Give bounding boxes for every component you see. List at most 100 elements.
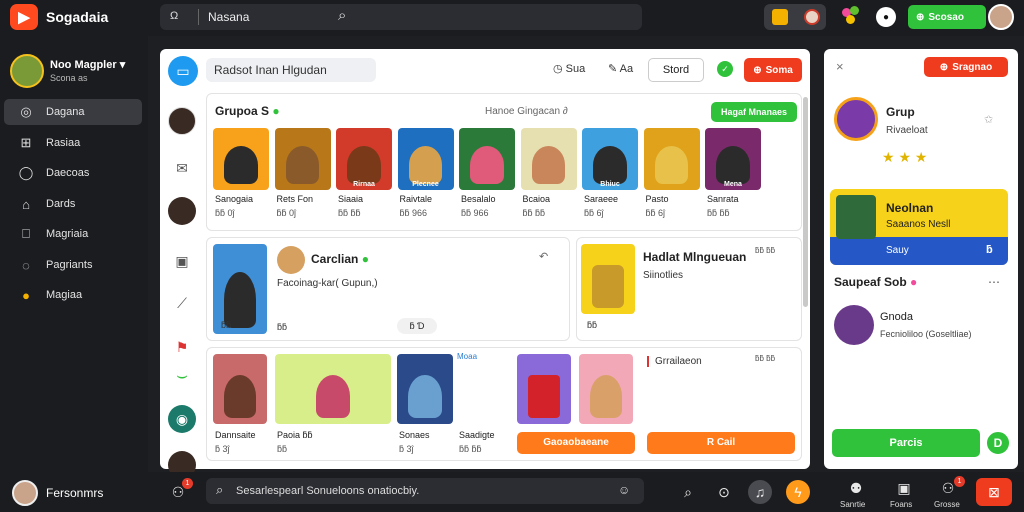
profile-card[interactable]: Carclian ● Facoinag-kar( Gupun,) ↶ ƃƃ ƃƃ… bbox=[206, 237, 570, 341]
group-avatar[interactable] bbox=[834, 97, 878, 141]
sidebar-item-pagriants[interactable]: ◌ Pagriants bbox=[4, 252, 142, 278]
right-red-button[interactable]: ⊕ Sragnao bbox=[924, 57, 1008, 77]
music-icon[interactable]: ♫ bbox=[748, 480, 772, 504]
globe-rail-icon[interactable]: ◉ bbox=[168, 405, 196, 433]
section-title: Grupoa S ● bbox=[215, 104, 280, 118]
profile-card-pill[interactable]: ƃ Ɗ bbox=[397, 318, 437, 334]
orange-button-2[interactable]: R Cail bbox=[647, 432, 795, 454]
row3-corner-label: Moaa bbox=[457, 352, 478, 361]
record-icon[interactable]: ⊙ bbox=[712, 480, 736, 504]
user-avatar[interactable] bbox=[10, 54, 44, 88]
promo-button[interactable]: Sauy bbox=[886, 245, 909, 256]
green-top-button[interactable]: ⊕ Scosao bbox=[908, 5, 986, 29]
chat-icon: ◌ bbox=[22, 257, 30, 273]
grid-icon: ⊞ bbox=[20, 135, 32, 150]
row3-right-text: Grrailaeon bbox=[647, 356, 702, 367]
gallery-icon[interactable]: ▣ bbox=[168, 247, 196, 275]
featured-caption: Bcaioa bbox=[522, 194, 551, 204]
bottom-thumb[interactable] bbox=[397, 354, 453, 424]
section-action-button[interactable]: Hagaf Mnanaes bbox=[711, 102, 797, 122]
main-search-input[interactable]: Radsot Inan Hlgudan bbox=[206, 58, 376, 82]
bottom-section: Dannsaite ƃ 3ĵ Paoia ƃƃ ƃƃ Sonaes ƃ 3ĵ Saadigt… bbox=[206, 347, 802, 461]
sidebar-item-dagana[interactable]: ◎ Dagana bbox=[4, 99, 142, 125]
top-search-bar[interactable]: Ω Nasana ⌕ bbox=[160, 4, 642, 30]
featured-thumb[interactable]: Bhiuc bbox=[582, 128, 638, 190]
check-icon[interactable]: ✓ bbox=[717, 61, 733, 77]
featured-thumb[interactable]: Rirnaa bbox=[336, 128, 392, 190]
search-icon: ⌕ bbox=[216, 482, 224, 497]
red-header-button[interactable]: ⊕ Soma bbox=[744, 58, 802, 82]
reply-icon[interactable]: ↶ bbox=[539, 250, 548, 263]
right-green-button[interactable]: Parcis bbox=[832, 429, 980, 457]
bottom-app-button[interactable]: ⊠ bbox=[976, 478, 1012, 506]
group-subtitle: Rivaeloat bbox=[886, 125, 928, 136]
featured-thumb[interactable]: Mena bbox=[705, 128, 761, 190]
featured-caption: Saraeee bbox=[584, 194, 619, 204]
bottom-search-input[interactable]: Sesarlespearl Sonueloons onatiocbiy. bbox=[236, 485, 419, 497]
featured-caption: Sanogaia bbox=[215, 194, 254, 204]
sidebar-item-rasiaa[interactable]: ⊞ Rasiaa bbox=[4, 130, 142, 156]
featured-thumb[interactable] bbox=[520, 128, 577, 190]
shop-icon[interactable]: ▣ bbox=[892, 476, 916, 500]
wand-icon[interactable]: ⟋ bbox=[168, 289, 196, 317]
featured-meta: ƃƃ ƃƃ bbox=[522, 208, 546, 218]
sidebar-item-magriaia[interactable]: ⎕ Magriaia bbox=[4, 221, 142, 247]
sidebar-item-daecoas[interactable]: ◯ Daecoas bbox=[4, 160, 142, 186]
featured-thumb[interactable] bbox=[459, 128, 515, 190]
rail-avatar-1[interactable] bbox=[168, 107, 196, 135]
edit-action[interactable]: ✎ Aa bbox=[608, 62, 633, 75]
store-button[interactable]: Stord bbox=[648, 58, 704, 82]
filter-icon[interactable]: Ω bbox=[170, 10, 178, 22]
featured-thumb[interactable] bbox=[274, 128, 331, 190]
chevron-down-icon: ▾ bbox=[119, 59, 126, 71]
notification-badge: 1 bbox=[182, 478, 193, 489]
sidebar-item-dards[interactable]: ⌂ Dards bbox=[4, 191, 142, 217]
search-icon[interactable]: ⌕ bbox=[338, 7, 346, 24]
sidebar-item-magiaa[interactable]: ● Magiaa bbox=[4, 282, 142, 308]
search-input[interactable]: Nasana bbox=[208, 10, 249, 24]
more-icon[interactable]: ⋯ bbox=[988, 275, 1000, 289]
promo-image bbox=[836, 195, 876, 239]
suggest-avatar[interactable] bbox=[834, 305, 874, 345]
swoosh-icon[interactable]: ⌣ bbox=[168, 361, 196, 389]
featured-thumb[interactable] bbox=[213, 128, 269, 190]
balloons-icon[interactable] bbox=[842, 6, 862, 28]
app-logo[interactable]: ▶ bbox=[10, 4, 38, 30]
bottom-thumb[interactable] bbox=[275, 354, 391, 424]
bottom-avatar[interactable] bbox=[12, 480, 38, 506]
clock-action[interactable]: ◷ Sua bbox=[553, 62, 585, 75]
chat-bubble-icon[interactable]: ▭ bbox=[168, 56, 198, 86]
lightning-icon[interactable]: ϟ bbox=[786, 480, 810, 504]
bottom-search-bar[interactable]: ⌕ Sesarlespearl Sonueloons onatiocbiy. ☺ bbox=[206, 478, 644, 504]
user-name[interactable]: Noo Magpler ▾ bbox=[50, 58, 125, 71]
green-circle-button[interactable]: D bbox=[984, 429, 1012, 457]
profile-card-title: Carclian ● bbox=[311, 252, 369, 266]
portrait-thumb[interactable] bbox=[579, 354, 633, 424]
profile-avatar[interactable] bbox=[988, 4, 1014, 30]
rail-avatar-2[interactable] bbox=[168, 197, 196, 225]
featured-meta: ƃƃ 966 bbox=[399, 208, 428, 218]
pennant-icon[interactable]: ⚑ bbox=[168, 333, 196, 361]
bottom-thumb[interactable] bbox=[213, 354, 267, 424]
featured-thumb[interactable] bbox=[643, 128, 700, 190]
scrollbar[interactable] bbox=[803, 97, 808, 307]
coins-widget[interactable] bbox=[764, 4, 826, 30]
gift-thumb[interactable] bbox=[517, 354, 571, 424]
featured-thumb[interactable]: Plecnee bbox=[397, 128, 454, 190]
group-icon[interactable]: ⚉ bbox=[844, 476, 868, 500]
promo-card[interactable]: Neolnan Saaanos Nesll Sauy ƃ bbox=[830, 189, 1008, 265]
face-icon: ● bbox=[22, 287, 30, 303]
envelope-icon[interactable]: ✉ bbox=[168, 154, 196, 182]
record-icon[interactable]: ● bbox=[876, 7, 896, 27]
row3-right-corner: ƃƃ ƃƃ bbox=[755, 354, 776, 363]
search-icon[interactable]: ⌕ bbox=[676, 480, 700, 504]
orange-button-1[interactable]: Gaoaobaeane bbox=[517, 432, 635, 454]
pin-icon[interactable]: ✩ bbox=[984, 113, 993, 126]
product-card[interactable]: Hadlat Mlngueuan Siinotlies ƃƃ ƃƃ ƃƃ bbox=[576, 237, 802, 341]
close-icon[interactable]: × bbox=[836, 59, 844, 74]
bag-icon: ⎕ bbox=[22, 226, 30, 241]
featured-caption: Siaaia bbox=[338, 194, 364, 204]
thumb-label: Bhiuc bbox=[600, 181, 620, 188]
heart-icon: ● bbox=[910, 275, 918, 289]
bottom-label-3: Grosse bbox=[934, 500, 960, 509]
